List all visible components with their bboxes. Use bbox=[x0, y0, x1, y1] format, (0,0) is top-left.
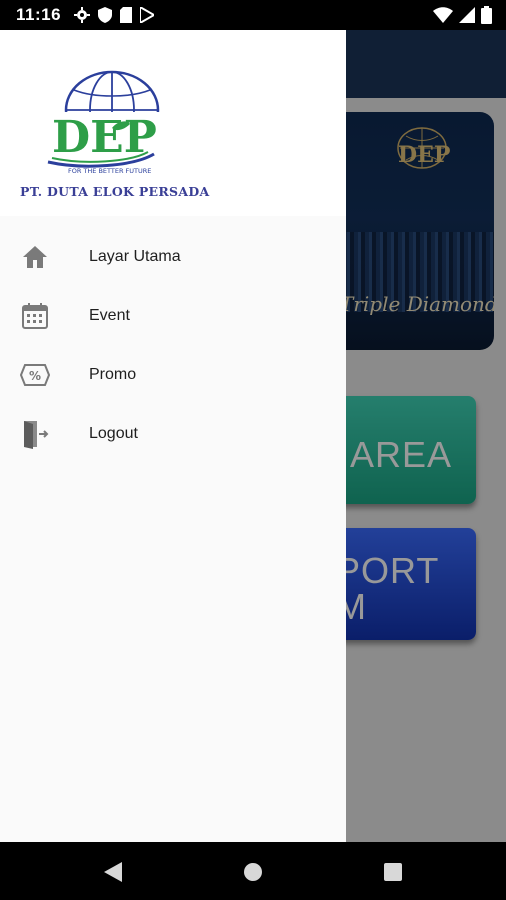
status-time: 11:16 bbox=[16, 5, 62, 24]
company-logo: DEP FOR THE BETTER FUTURE bbox=[44, 70, 174, 185]
discount-tag-icon: % bbox=[20, 360, 50, 390]
company-name: PT. DUTA ELOK PERSADA bbox=[20, 184, 210, 199]
navigation-drawer: DEP FOR THE BETTER FUTURE PT. DUTA ELOK … bbox=[0, 30, 346, 842]
menu-item-layar-utama[interactable]: Layar Utama bbox=[0, 227, 346, 286]
battery-icon bbox=[481, 6, 492, 29]
wifi-icon bbox=[433, 7, 453, 28]
menu-item-label: Layar Utama bbox=[89, 247, 181, 265]
signal-icon bbox=[459, 7, 475, 28]
menu-item-logout[interactable]: Logout bbox=[0, 404, 346, 463]
system-nav-bar bbox=[0, 842, 506, 900]
status-left-icons bbox=[74, 5, 157, 28]
status-right-icons bbox=[433, 6, 492, 29]
menu-item-event[interactable]: Event bbox=[0, 286, 346, 345]
recents-icon[interactable] bbox=[380, 859, 406, 885]
status-bar: 11:16 bbox=[0, 0, 506, 30]
shield-icon bbox=[98, 7, 112, 28]
menu-item-promo[interactable]: % Promo bbox=[0, 345, 346, 404]
back-icon[interactable] bbox=[100, 859, 126, 885]
svg-text:FOR THE BETTER FUTURE: FOR THE BETTER FUTURE bbox=[68, 167, 151, 175]
menu-item-label: Promo bbox=[89, 365, 137, 383]
sd-card-icon bbox=[120, 7, 132, 28]
home-icon bbox=[20, 242, 50, 272]
svg-text:%: % bbox=[29, 369, 41, 383]
home-circle-icon[interactable] bbox=[240, 859, 266, 885]
gear-icon bbox=[74, 7, 90, 28]
drawer-header: DEP FOR THE BETTER FUTURE PT. DUTA ELOK … bbox=[0, 30, 346, 216]
play-store-icon bbox=[139, 5, 157, 28]
logout-door-icon bbox=[20, 419, 50, 449]
menu-item-label: Logout bbox=[89, 424, 138, 442]
menu-item-label: Event bbox=[89, 306, 130, 324]
calendar-icon bbox=[20, 301, 50, 331]
drawer-menu: Layar Utama Event % Promo Logout bbox=[0, 227, 346, 463]
